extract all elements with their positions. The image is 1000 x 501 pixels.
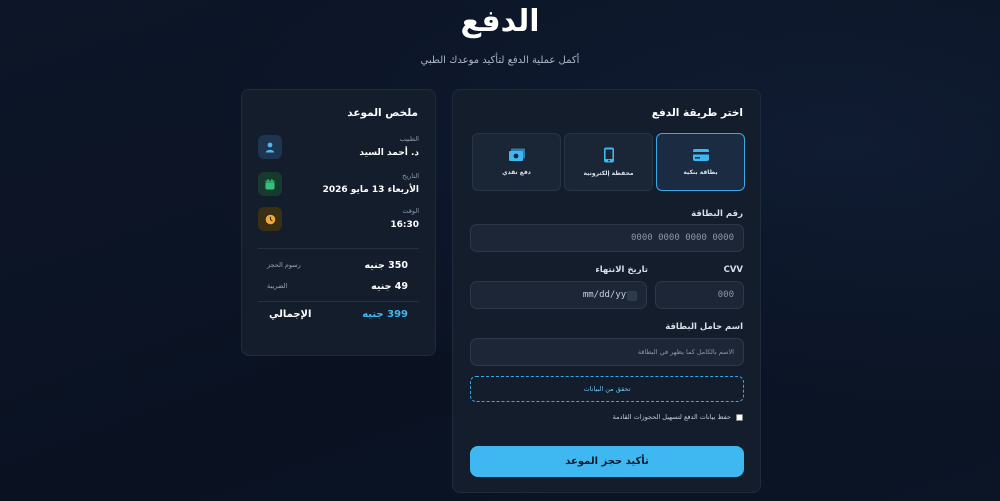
- payment-method-card[interactable]: بطاقة بنكية: [656, 133, 745, 191]
- page-title: الدفع: [460, 4, 540, 39]
- wallet-method-label: محفظة إلكترونية: [583, 170, 634, 177]
- payment-method-heading: اختر طريقة الدفع: [651, 107, 743, 119]
- doctor-label: الطبيب: [399, 135, 419, 143]
- tax-label: الضريبة: [267, 282, 288, 290]
- calendar-icon: [258, 172, 282, 196]
- total-label: الإجمالي: [269, 309, 312, 320]
- total-value: 399 جنيه: [362, 309, 408, 320]
- verify-button[interactable]: تحقق من البيانات: [470, 376, 744, 402]
- holder-name-label: اسم حامل البطاقة: [665, 322, 743, 332]
- page-subtitle: أكمل عملية الدفع لتأكيد موعدك الطبي: [420, 55, 580, 66]
- cash-icon: [508, 148, 525, 161]
- confirm-booking-button[interactable]: تأكيد حجز الموعد: [470, 446, 744, 477]
- cvv-input[interactable]: 000: [655, 281, 744, 309]
- cash-method-label: دفع نقدي: [502, 169, 531, 176]
- holder-name-input[interactable]: الاسم بالكامل كما يظهر في البطاقة: [470, 338, 744, 366]
- time-value: 16:30: [390, 220, 419, 230]
- doctor-row: الطبيب د. أحمد السيد: [258, 135, 419, 165]
- fee-label: رسوم الحجز: [267, 261, 301, 269]
- user-icon: [258, 135, 282, 159]
- save-payment-row[interactable]: حفظ بيانات الدفع لتسهيل الحجوزات القادمة: [613, 413, 743, 421]
- calendar-picker-icon[interactable]: [627, 291, 637, 301]
- card-number-input[interactable]: 0000 0000 0000 0000: [470, 224, 744, 252]
- total-divider: [258, 301, 419, 302]
- save-payment-checkbox[interactable]: [736, 413, 743, 421]
- tax-value: 49 جنيه: [371, 281, 408, 292]
- date-label: التاريخ: [402, 172, 419, 180]
- summary-divider: [258, 248, 419, 249]
- wallet-method-card[interactable]: محفظة إلكترونية: [564, 133, 653, 191]
- payment-method-label: بطاقة بنكية: [683, 169, 718, 176]
- expiry-input[interactable]: mm/dd/yyyy: [470, 281, 647, 309]
- credit-card-icon: [692, 149, 709, 161]
- cvv-label: CVV: [723, 265, 743, 275]
- fee-value: 350 جنيه: [364, 260, 408, 271]
- appointment-summary-panel: ملخص الموعد الطبيب د. أحمد السيد التاريخ…: [241, 89, 436, 356]
- date-value: الأربعاء 13 مايو 2026: [322, 185, 419, 195]
- mobile-wallet-icon: [603, 147, 614, 163]
- cvv-placeholder: 000: [717, 290, 734, 300]
- fee-row: 350 جنيه رسوم الحجز: [267, 260, 408, 274]
- card-number-placeholder: 0000 0000 0000 0000: [630, 233, 734, 243]
- cash-method-card[interactable]: دفع نقدي: [472, 133, 561, 191]
- payment-panel: اختر طريقة الدفع بطاقة بنكية محفظة إلكتر…: [452, 89, 761, 493]
- tax-row: 49 جنيه الضريبة: [267, 281, 408, 295]
- time-label: الوقت: [402, 207, 419, 215]
- clock-icon: [258, 207, 282, 231]
- save-payment-label: حفظ بيانات الدفع لتسهيل الحجوزات القادمة: [612, 413, 731, 421]
- holder-name-placeholder: الاسم بالكامل كما يظهر في البطاقة: [637, 348, 734, 356]
- date-row: التاريخ الأربعاء 13 مايو 2026: [258, 172, 419, 202]
- expiry-label: تاريخ الانتهاء: [595, 265, 648, 275]
- summary-title: ملخص الموعد: [347, 107, 418, 119]
- time-row: الوقت 16:30: [258, 207, 419, 237]
- doctor-value: د. أحمد السيد: [359, 148, 419, 158]
- card-number-label: رقم البطاقة: [691, 209, 743, 219]
